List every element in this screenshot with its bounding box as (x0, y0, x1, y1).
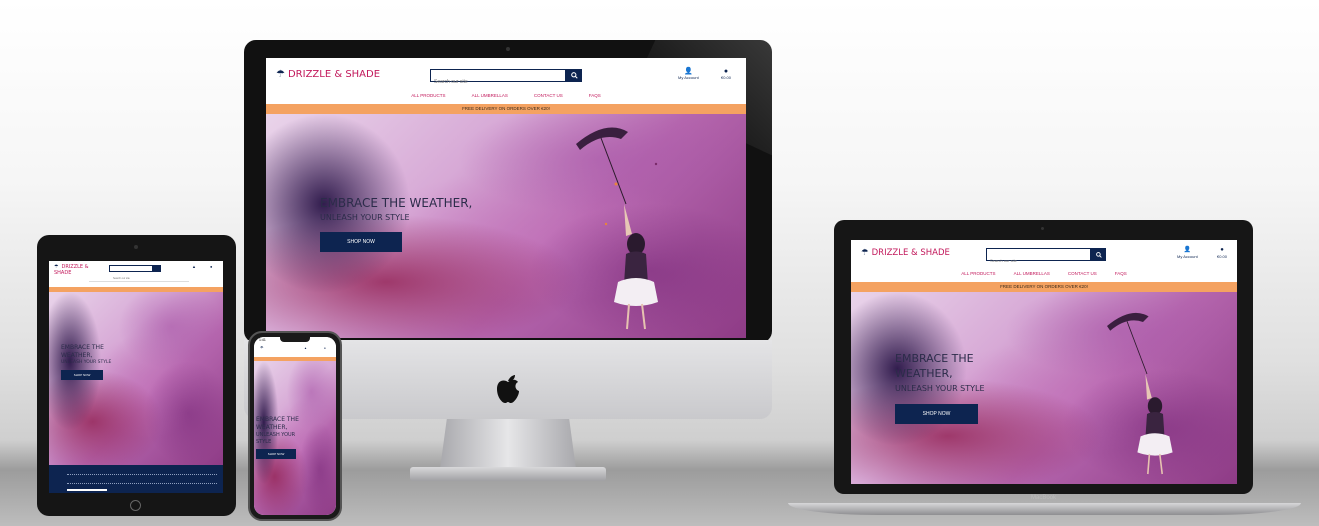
umbrella-logo-icon: ☂ (861, 248, 869, 258)
laptop-base (788, 503, 1301, 515)
hero-subtitle-line2: STYLE (256, 439, 272, 445)
nav-all-products[interactable]: ALL PRODUCTS (961, 271, 995, 276)
shopping-bag-icon: ● (324, 346, 326, 350)
imac-camera (506, 47, 510, 51)
user-icon: 👤 (683, 68, 693, 75)
hero-title: EMBRACE THE WEATHER, (320, 196, 473, 210)
hero-subtitle: UNLEASH YOUR STYLE (320, 213, 410, 222)
hero-section: EMBRACE THE WEATHER, UNLEASH YOUR STYLE … (266, 114, 746, 338)
search-button[interactable] (566, 69, 582, 82)
logo-text-line2: SHADE (54, 270, 72, 276)
apple-logo-icon (494, 372, 522, 404)
phone-notch (280, 337, 310, 342)
main-nav (89, 281, 189, 282)
nav-all-umbrellas[interactable]: ALL UMBRELLAS (1014, 271, 1050, 276)
cart-total: €0.00 (1217, 254, 1228, 259)
my-account-link[interactable]: ▲ (304, 346, 307, 350)
umbrella-logo-icon: ☂ (276, 69, 285, 80)
search-icon (570, 72, 578, 79)
my-account-label: My Account (1177, 254, 1198, 259)
search-button[interactable] (1091, 248, 1106, 261)
laptop-camera (1041, 227, 1044, 230)
my-account-label: My Account (678, 75, 699, 80)
shop-now-button[interactable]: SHOP NOW (895, 404, 978, 424)
logo-text: DRIZZLE & SHADE (287, 69, 381, 80)
hero-title-line2: WEATHER, (61, 352, 93, 359)
search-input[interactable] (987, 255, 1090, 266)
laptop-brand: MacBook (1030, 495, 1056, 501)
hero-section: EMBRACE THE WEATHER, UNLEASH YOUR STYLE … (254, 361, 336, 515)
my-account-link[interactable]: 👤 My Account (678, 68, 699, 80)
shop-now-button[interactable]: SHOP NOW (61, 370, 103, 380)
shopping-bag-icon: ● (210, 264, 213, 269)
hero-title-line2: WEATHER, (895, 367, 953, 380)
hero-subtitle: UNLEASH YOUR STYLE (61, 360, 112, 365)
nav-contact-us[interactable]: CONTACT US (1068, 271, 1097, 276)
cart-link[interactable]: ● (324, 346, 326, 350)
nav-faqs[interactable]: FAQS (589, 93, 601, 98)
my-account-link[interactable]: ▲ (192, 265, 196, 269)
site-logo[interactable]: ☂ DRIZZLE & SHADE (276, 69, 380, 80)
user-icon: ▲ (304, 346, 307, 350)
hero-subtitle-line1: UNLEASH YOUR (256, 432, 296, 438)
tablet-camera (134, 245, 138, 249)
umbrella-logo-icon: ☂ (260, 345, 264, 350)
search-field[interactable] (430, 69, 566, 88)
site-footer (49, 465, 223, 493)
shopping-bag-icon: ● (723, 68, 729, 75)
hero-title-line2: WEATHER, (256, 424, 288, 431)
hero-title-line1: EMBRACE THE (895, 352, 974, 365)
tablet-home-button[interactable] (130, 500, 141, 511)
cart-link[interactable]: ● €0.00 (1217, 247, 1227, 259)
hero-title-line1: EMBRACE THE (61, 344, 104, 351)
search-button[interactable] (153, 265, 161, 272)
laptop-screen: ☂DRIZZLE & SHADE 👤 My Account ● €0.00 AL… (851, 240, 1237, 484)
cart-total: €0.00 (721, 75, 732, 80)
delivery-banner: FREE DELIVERY ON ORDERS OVER €20! (851, 282, 1237, 292)
delivery-banner: FREE DELIVERY ON ORDERS OVER €20! (266, 104, 746, 114)
nav-all-umbrellas[interactable]: ALL UMBRELLAS (472, 93, 508, 98)
cart-link[interactable]: ● (210, 265, 212, 269)
imac-stand (440, 419, 576, 469)
nav-faqs[interactable]: FAQS (1115, 271, 1127, 276)
user-icon: 👤 (1183, 247, 1192, 253)
search-input[interactable] (431, 76, 565, 88)
imac-screen: ☂DRIZZLE & SHADE 👤 My Account ● €0.00 AL… (266, 58, 746, 338)
user-icon: ▲ (192, 264, 196, 269)
search-icon (1095, 251, 1102, 258)
shop-now-button[interactable]: SHOP NOW (256, 449, 296, 459)
site-logo[interactable]: ☂ (260, 345, 267, 350)
tablet-screen: ☂DRIZZLE &SHADE ▲ ● EMBRACE THE WEATHER,… (49, 261, 223, 493)
hero-title-line1: EMBRACE THE (256, 416, 299, 423)
hero-section: EMBRACE THE WEATHER, UNLEASH YOUR STYLE … (49, 292, 223, 465)
my-account-link[interactable]: 👤 My Account (1177, 247, 1198, 259)
nav-contact-us[interactable]: CONTACT US (534, 93, 563, 98)
phone-status-time: 1:41 (259, 338, 266, 342)
imac-foot (410, 467, 606, 481)
hero-subtitle: UNLEASH YOUR STYLE (895, 384, 985, 393)
site-logo[interactable]: ☂ DRIZZLE & SHADE (861, 248, 950, 258)
site-logo[interactable]: ☂ DRIZZLE & SHADE (54, 264, 89, 276)
search-field[interactable] (109, 265, 153, 281)
main-nav: ALL PRODUCTS ALL UMBRELLAS CONTACT US FA… (851, 271, 1237, 276)
search-field[interactable] (986, 248, 1091, 266)
shopping-bag-icon: ● (1220, 247, 1224, 253)
phone-screen: 1:41 ☂ ▲ ● EMBRACE THE WEATHER, UNLEASH … (254, 337, 336, 515)
umbrella-girl-illustration (576, 127, 658, 330)
shop-now-button[interactable]: SHOP NOW (320, 232, 402, 252)
nav-all-products[interactable]: ALL PRODUCTS (411, 93, 445, 98)
hero-section: EMBRACE THE WEATHER, UNLEASH YOUR STYLE … (851, 292, 1237, 484)
umbrella-girl-illustration (1107, 312, 1173, 475)
main-nav: ALL PRODUCTS ALL UMBRELLAS CONTACT US FA… (266, 93, 746, 98)
cart-link[interactable]: ● €0.00 (721, 68, 731, 80)
logo-text: DRIZZLE & SHADE (871, 248, 950, 258)
